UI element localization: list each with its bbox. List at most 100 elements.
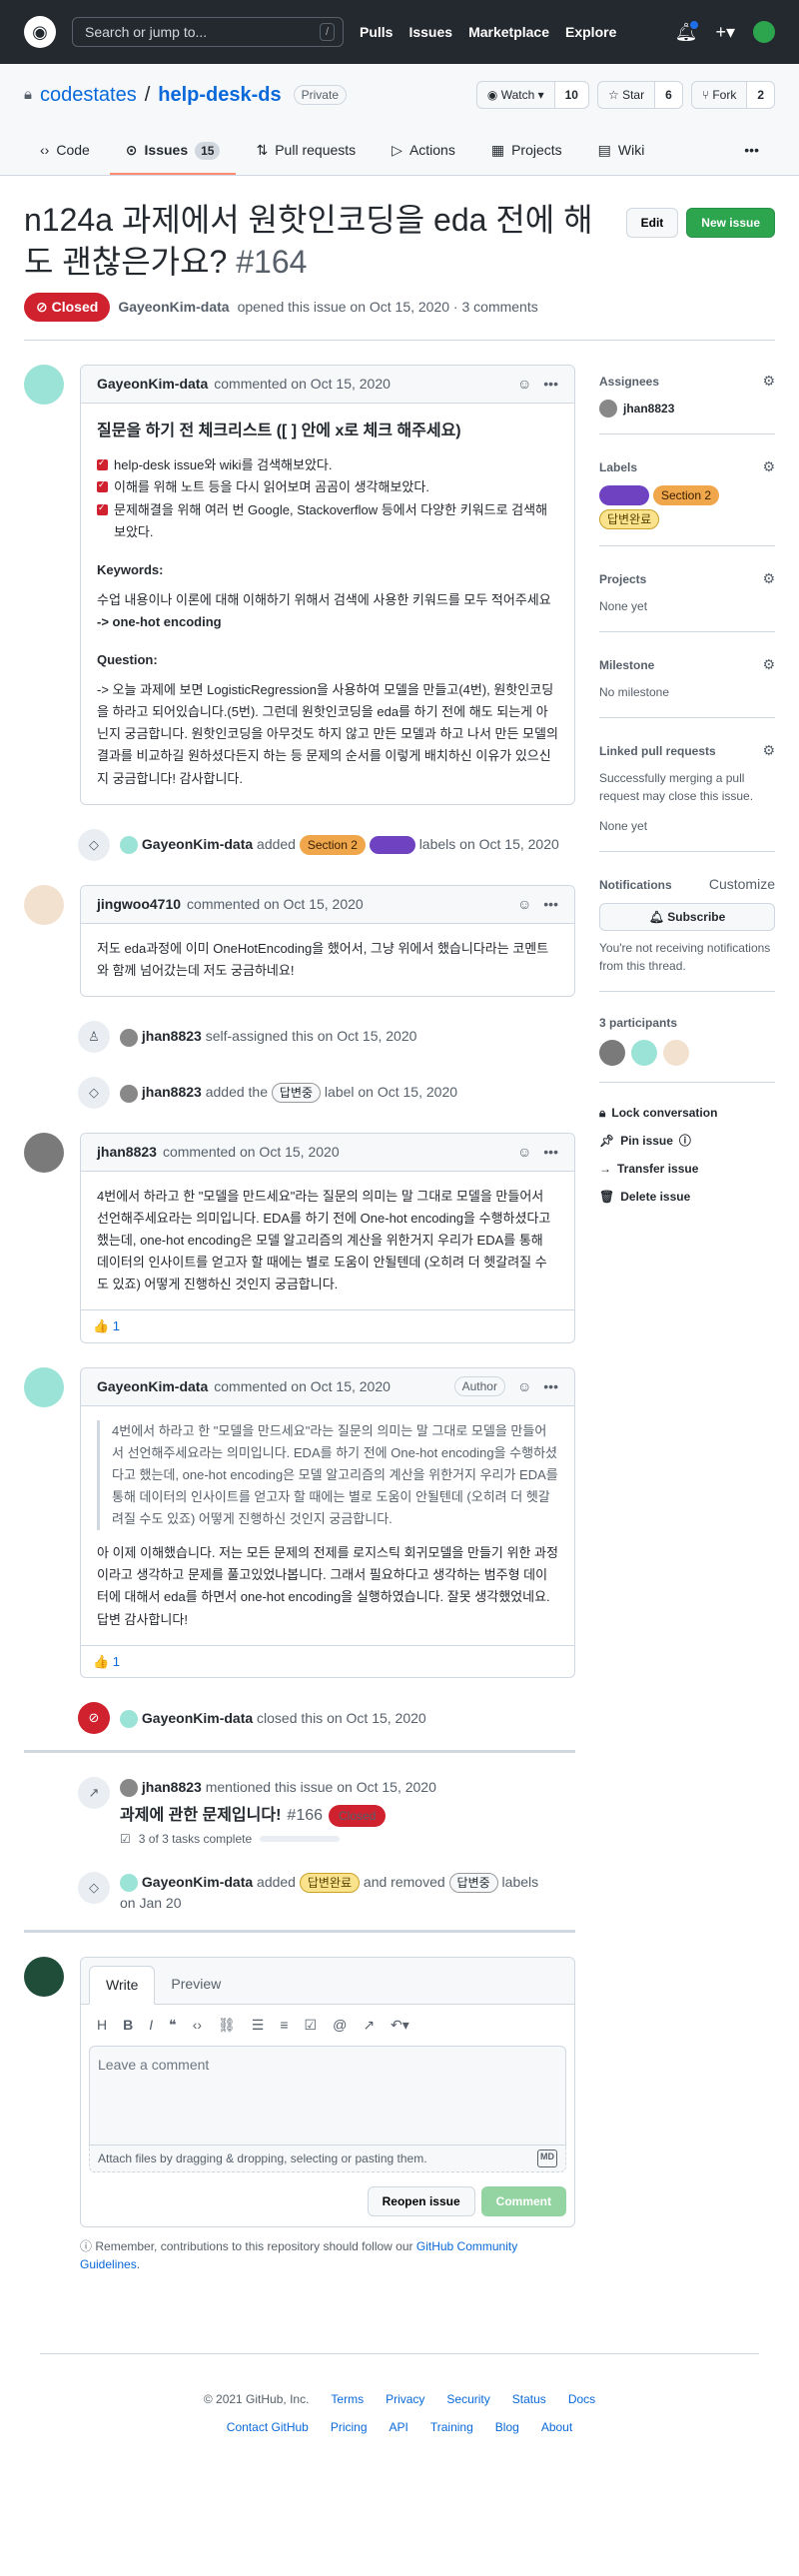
avatar[interactable] [120,1084,138,1103]
nav-pulls[interactable]: Pulls [360,22,393,43]
avatar[interactable] [631,1040,657,1067]
comment-button[interactable]: Comment [480,2186,566,2217]
gear-icon[interactable]: ⚙ [762,371,775,392]
avatar[interactable] [120,1779,138,1798]
footer-link[interactable]: Terms [331,2390,364,2408]
github-logo-icon[interactable]: ◉ [24,16,56,48]
event-user[interactable]: jhan8823 [142,1028,202,1044]
nav-issues[interactable]: Issues [408,22,452,43]
avatar[interactable] [120,1028,138,1047]
reply-icon[interactable]: ↶▾ [391,2015,409,2036]
smiley-icon[interactable]: ☺ [517,1142,531,1163]
checkbox-checked-icon[interactable] [97,455,108,471]
kebab-icon[interactable]: ••• [543,374,558,395]
kebab-icon[interactable]: ••• [543,1376,558,1397]
tab-pull-requests[interactable]: ⇅ Pull requests [240,132,372,175]
tab-code[interactable]: ‹› Code [24,132,106,175]
nav-marketplace[interactable]: Marketplace [468,22,549,43]
lock-conversation[interactable]: 🔒︎ Lock conversation [599,1099,775,1127]
ordered-list-icon[interactable]: ≡ [280,2015,288,2036]
footer-link[interactable]: Docs [568,2390,595,2408]
gear-icon[interactable]: ⚙ [762,740,775,761]
link-icon[interactable]: ⛓ [218,2015,236,2036]
smiley-icon[interactable]: ☺ [517,374,531,395]
footer-link[interactable]: Blog [495,2418,519,2436]
event-user[interactable]: GayeonKim-data [142,836,253,852]
avatar[interactable] [663,1040,689,1067]
label-section-2[interactable]: Section 2 [653,485,720,506]
user-avatar[interactable] [753,21,775,43]
watch-button[interactable]: ◉ Watch ▾ 10 [475,81,589,109]
event-user[interactable]: GayeonKim-data [142,1874,253,1890]
footer-link[interactable]: Contact GitHub [227,2418,309,2436]
heading-icon[interactable]: H [97,2015,107,2036]
unordered-list-icon[interactable]: ☰ [252,2015,265,2036]
tab-actions[interactable]: ▷ Actions [376,132,471,175]
avatar[interactable] [24,1957,64,1998]
subscribe-button[interactable]: 🔔︎ Subscribe [599,903,775,932]
footer-link[interactable]: API [390,2418,408,2436]
pin-issue[interactable]: 📌︎ Pin issue ⓘ [599,1127,775,1155]
comment-author[interactable]: jingwoo4710 [97,894,181,915]
search-input[interactable]: Search or jump to... / [72,17,344,47]
avatar[interactable] [24,1366,64,1407]
avatar[interactable] [24,365,64,406]
cross-reference-icon[interactable]: ↗ [363,2015,375,2036]
event-user[interactable]: jhan8823 [142,1779,202,1795]
footer-link[interactable]: Privacy [386,2390,424,2408]
more-tabs-icon[interactable]: ••• [728,132,775,175]
avatar[interactable] [120,836,138,855]
star-button[interactable]: ☆ Star 6 [596,81,683,109]
checkbox-checked-icon[interactable] [97,500,108,515]
customize-link[interactable]: Customize [709,874,775,895]
tab-issues[interactable]: ⊙ Issues 15 [109,132,237,175]
repo-owner-link[interactable]: codestates [40,80,137,110]
referenced-issue[interactable]: 과제에 관한 문제입니다! #166 Closed [120,1804,575,1828]
label-purple[interactable] [599,485,649,506]
footer-link[interactable]: Pricing [331,2418,368,2436]
label-answering[interactable]: 답변중 [448,1873,498,1894]
event-user[interactable]: GayeonKim-data [142,1710,253,1726]
transfer-issue[interactable]: → Transfer issue [599,1155,775,1183]
italic-icon[interactable]: I [149,2015,153,2036]
reaction-thumbsup[interactable]: 👍 1 [81,1644,574,1677]
avatar[interactable] [24,1132,64,1173]
avatar[interactable] [120,1874,138,1893]
kebab-icon[interactable]: ••• [543,1142,558,1163]
gear-icon[interactable]: ⚙ [762,456,775,477]
quote-icon[interactable]: ❝ [169,2015,177,2036]
comment-textarea[interactable]: Leave a comment [89,2046,566,2147]
create-new-icon[interactable]: +▾ [715,19,735,46]
checkbox-checked-icon[interactable] [97,477,108,493]
comment-author[interactable]: GayeonKim-data [97,374,208,395]
kebab-icon[interactable]: ••• [543,894,558,915]
assignee[interactable]: jhan8823 [599,400,775,419]
tab-wiki[interactable]: ▤ Wiki [582,132,661,175]
tab-write[interactable]: Write [89,1966,156,2006]
edit-button[interactable]: Edit [625,208,679,238]
avatar[interactable] [24,884,64,925]
tab-preview[interactable]: Preview [155,1966,237,2004]
task-list-icon[interactable]: ☑ [305,2015,318,2036]
label-answering[interactable]: 답변중 [271,1083,322,1104]
gear-icon[interactable]: ⚙ [762,568,775,589]
smiley-icon[interactable]: ☺ [517,1376,531,1397]
label-section-2[interactable]: Section 2 [299,835,366,856]
new-issue-button[interactable]: New issue [686,208,775,238]
tab-projects[interactable]: ▦ Projects [475,132,578,175]
fork-button[interactable]: ⑂ Fork 2 [690,81,775,109]
delete-issue[interactable]: 🗑︎ Delete issue [599,1183,775,1211]
reaction-thumbsup[interactable]: 👍 1 [81,1309,574,1342]
footer-link[interactable]: About [541,2418,572,2436]
notification-bell-icon[interactable]: 🔔︎ [675,18,701,46]
gear-icon[interactable]: ⚙ [762,654,775,675]
label-answered[interactable]: 답변완료 [299,1873,361,1894]
footer-link[interactable]: Status [512,2390,546,2408]
label-answered[interactable]: 답변완료 [599,509,660,530]
footer-link[interactable]: Training [430,2418,473,2436]
code-icon[interactable]: ‹› [193,2015,202,2036]
avatar[interactable] [599,1040,625,1067]
comment-author[interactable]: jhan8823 [97,1142,157,1163]
attach-files[interactable]: Attach files by dragging & dropping, sel… [89,2146,566,2173]
nav-explore[interactable]: Explore [565,22,616,43]
